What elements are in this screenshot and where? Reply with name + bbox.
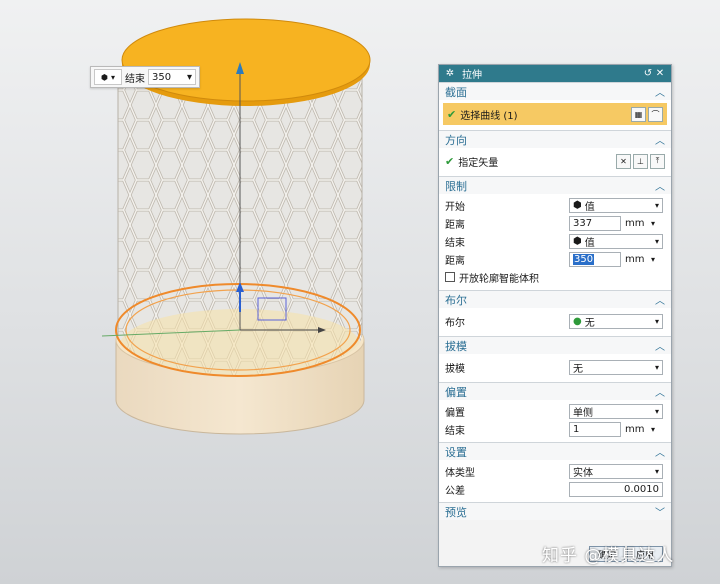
vector-type-icon[interactable]: ⤒	[650, 153, 665, 169]
body-type-select[interactable]: 实体 ▾	[569, 463, 663, 479]
lid-face[interactable]	[121, 18, 371, 106]
dynamic-input-box: ⬢ ▾ 结束 350 ▾	[90, 66, 200, 88]
chevron-down-icon: ▾	[654, 316, 659, 326]
distance-start-input[interactable]: 337	[569, 215, 621, 231]
distance-start-label: 距离	[445, 219, 465, 231]
section-header-preview[interactable]: 预览 ﹀	[439, 502, 671, 520]
end-label: 结束	[445, 237, 465, 249]
chevron-down-icon: ▾	[654, 200, 659, 210]
cube-icon: ⬢	[573, 235, 582, 247]
unit-label: mm	[625, 423, 645, 435]
boolean-select[interactable]: ● 无 ▾	[569, 313, 663, 329]
tolerance-input[interactable]: 0.0010	[569, 481, 663, 497]
section-header-section[interactable]: 截面 ︿	[439, 82, 671, 100]
chevron-down-icon: ▾	[654, 406, 659, 416]
tolerance-value: 0.0010	[624, 483, 659, 495]
chevron-down-icon: ▾	[654, 362, 659, 372]
boolean-label: 布尔	[445, 317, 465, 329]
specify-vector-row[interactable]: ✔ 指定矢量 ✕ ⊥ ⤒	[445, 150, 665, 172]
section-header-draft[interactable]: 拔模 ︿	[439, 336, 671, 354]
check-icon: ✔	[447, 107, 457, 121]
chevron-up-icon[interactable]: ︿	[655, 84, 665, 99]
start-label: 开始	[445, 201, 465, 213]
offset-value: 单侧	[573, 407, 593, 419]
extrude-dialog: ✲ 拉伸 ↺ ✕ 截面 ︿ ✔ 选择曲线 (1) ▦ ⌒ 方向 ︿ ✔ 指定矢量…	[438, 64, 672, 567]
end-value-input[interactable]: 350 ▾	[148, 69, 196, 85]
watermark: 知乎 @模具达人	[542, 546, 675, 566]
offset-end-label: 结束	[445, 425, 465, 437]
chevron-up-icon[interactable]: ︿	[655, 292, 665, 307]
chevron-down-icon[interactable]: ▾	[651, 425, 655, 434]
body-type-value: 实体	[573, 467, 593, 479]
distance-start-value: 337	[573, 217, 593, 229]
section-header-offset[interactable]: 偏置 ︿	[439, 382, 671, 400]
specify-vector-label: 指定矢量	[458, 157, 499, 169]
offset-label: 偏置	[445, 407, 465, 419]
unit-label: mm	[625, 217, 645, 229]
chevron-up-icon[interactable]: ︿	[655, 132, 665, 147]
end-type-select[interactable]: ⬢ 值 ▾	[569, 233, 663, 249]
chevron-up-icon[interactable]: ︿	[655, 444, 665, 459]
boolean-title: 布尔	[445, 293, 467, 307]
end-label: 结束	[125, 73, 145, 85]
cube-icon: ⬢	[573, 199, 582, 211]
select-curve-row[interactable]: ✔ 选择曲线 (1) ▦ ⌒	[443, 103, 667, 125]
end-value-text: 350	[152, 71, 172, 83]
tolerance-label: 公差	[445, 485, 465, 497]
offset-end-input[interactable]: 1	[569, 421, 621, 437]
boolean-value: 无	[584, 317, 595, 329]
draft-title: 拔模	[445, 339, 467, 353]
chevron-up-icon[interactable]: ︿	[655, 338, 665, 353]
open-profile-checkbox[interactable]	[445, 272, 455, 282]
end-type-value: 值	[584, 237, 595, 249]
chevron-down-icon[interactable]: ▾	[651, 255, 655, 264]
settings-title: 设置	[445, 445, 467, 459]
select-curve-label: 选择曲线 (1)	[460, 110, 518, 122]
dialog-title: 拉伸	[462, 70, 482, 81]
chevron-down-icon[interactable]: ▾	[187, 72, 192, 83]
draft-label: 拔模	[445, 363, 465, 375]
start-type-select[interactable]: ⬢ 值 ▾	[569, 197, 663, 213]
section-header-limits[interactable]: 限制 ︿	[439, 176, 671, 194]
limits-title: 限制	[445, 179, 467, 193]
cube-icon: ⬢	[101, 72, 108, 82]
draft-select[interactable]: 无 ▾	[569, 359, 663, 375]
offset-title: 偏置	[445, 385, 467, 399]
close-icon[interactable]: ✕	[654, 68, 666, 79]
sketch-icon[interactable]: ▦	[631, 106, 646, 122]
chevron-down-icon: ▾	[654, 236, 659, 246]
chevron-down-icon: ▾	[110, 72, 115, 82]
distance-end-label: 距离	[445, 255, 465, 267]
chevron-down-icon: ▾	[654, 466, 659, 476]
chevron-up-icon[interactable]: ︿	[655, 384, 665, 399]
section-title: 截面	[445, 85, 467, 99]
open-profile-label: 开放轮廓智能体积	[459, 273, 539, 285]
direction-title: 方向	[445, 133, 467, 147]
offset-select[interactable]: 单侧 ▾	[569, 403, 663, 419]
gear-icon[interactable]: ✲	[444, 68, 456, 79]
boolean-none-icon: ●	[573, 315, 582, 327]
reset-icon[interactable]: ↺	[642, 68, 654, 79]
preview-title: 预览	[445, 505, 467, 519]
chevron-down-icon[interactable]: ﹀	[655, 504, 665, 519]
check-icon: ✔	[445, 154, 455, 168]
body-type-label: 体类型	[445, 467, 475, 479]
value-type-dropdown[interactable]: ⬢ ▾	[94, 69, 122, 85]
unit-label: mm	[625, 253, 645, 265]
vector-dialog-icon[interactable]: ⊥	[633, 153, 648, 169]
section-header-boolean[interactable]: 布尔 ︿	[439, 290, 671, 308]
reverse-direction-icon[interactable]: ✕	[616, 153, 631, 169]
offset-end-value: 1	[573, 423, 580, 435]
chevron-up-icon[interactable]: ︿	[655, 178, 665, 193]
dialog-titlebar: ✲ 拉伸 ↺ ✕	[439, 65, 671, 82]
distance-end-input[interactable]: 350	[569, 251, 621, 267]
section-header-settings[interactable]: 设置 ︿	[439, 442, 671, 460]
section-header-direction[interactable]: 方向 ︿	[439, 130, 671, 148]
start-type-value: 值	[584, 201, 595, 213]
distance-end-value: 350	[573, 253, 595, 265]
chevron-down-icon[interactable]: ▾	[651, 219, 655, 228]
curve-icon[interactable]: ⌒	[648, 106, 663, 122]
draft-value: 无	[573, 363, 583, 375]
